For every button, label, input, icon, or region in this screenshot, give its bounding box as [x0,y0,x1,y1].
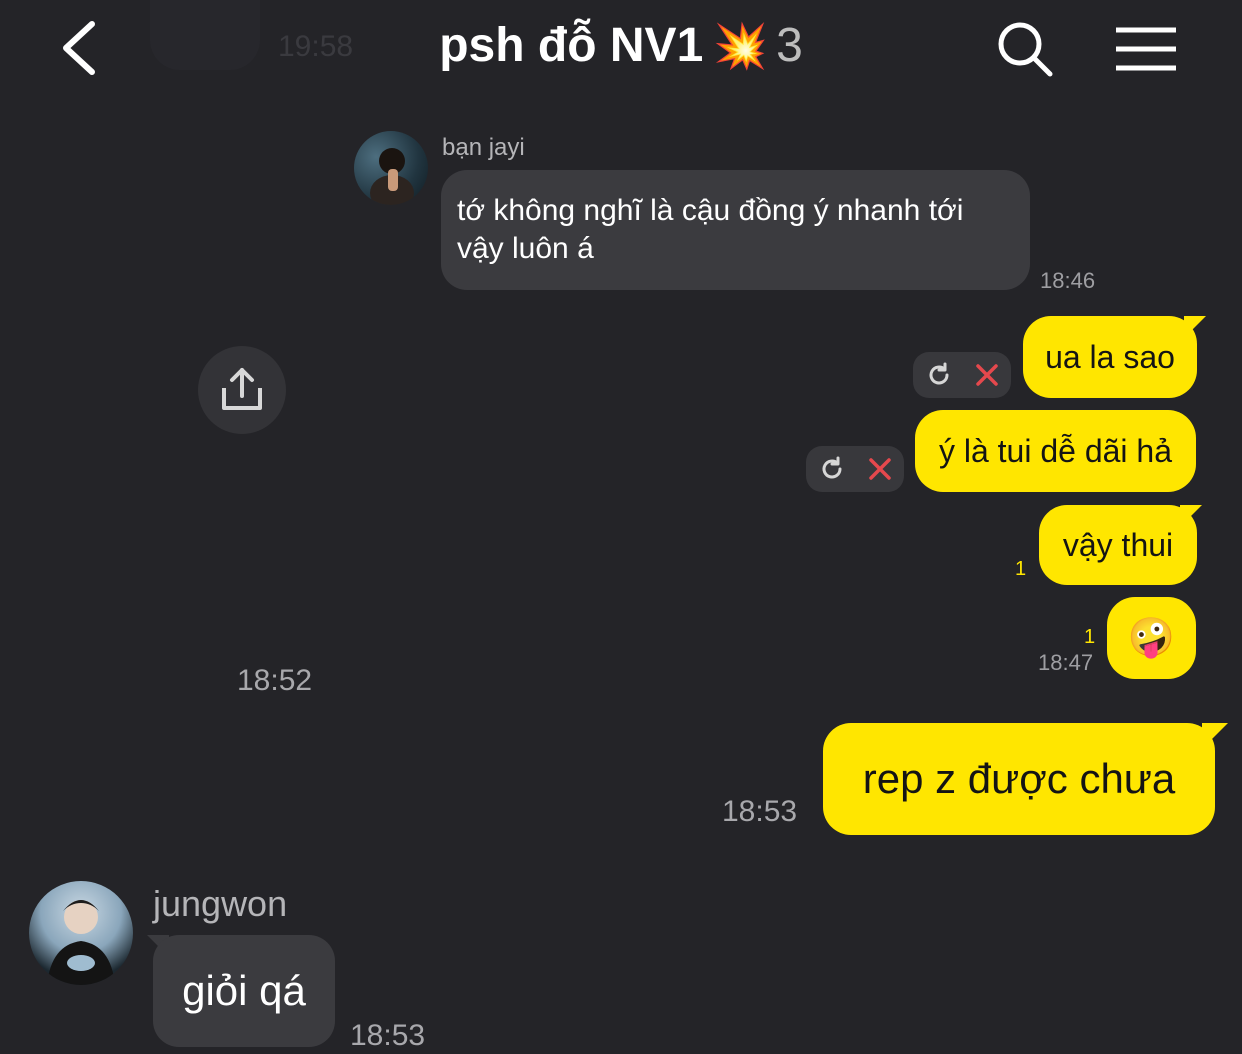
unread-count: 1 [1084,626,1096,648]
member-count: 3 [776,19,803,72]
bubble-tail [1202,723,1228,749]
failed-send-actions [806,446,904,492]
message-timestamp: 18:53 [350,1019,426,1052]
avatar[interactable] [29,881,133,985]
share-icon [222,368,262,410]
message-timestamp: 18:52 [237,664,313,697]
explosion-emoji: 💥 [713,22,769,71]
incoming-message[interactable]: tớ không nghĩ là cậu đồng ý nhanh tới vậ… [441,170,1030,290]
outgoing-message[interactable]: rep z được chưa [823,723,1215,835]
close-icon[interactable] [866,455,894,483]
message-timestamp: 18:53 [722,795,798,828]
sender-name: jungwon [153,883,288,924]
chat-title: psh đỗ NV1 💥 3 [0,18,1242,73]
outgoing-message[interactable]: vậy thui [1039,505,1197,585]
close-icon[interactable] [973,361,1001,389]
avatar[interactable] [354,131,428,205]
message-timestamp: 18:46 [1040,268,1096,293]
incoming-message[interactable]: giỏi qá [153,935,335,1047]
unread-count: 1 [1015,558,1027,580]
message-timestamp: 18:47 [1038,650,1094,675]
outgoing-message[interactable]: ý là tui dễ dãi hả [915,410,1196,492]
search-icon[interactable] [996,20,1054,78]
failed-send-actions [913,352,1011,398]
chat-name: psh đỗ NV1 [439,19,704,72]
retry-icon[interactable] [925,361,953,389]
outgoing-message[interactable]: ua la sao [1023,316,1197,398]
hamburger-menu-icon[interactable] [1114,26,1178,72]
share-button[interactable] [198,346,286,434]
emoji-message[interactable]: 🤪 [1107,597,1196,679]
retry-icon[interactable] [818,455,846,483]
sender-name: bạn jayi [442,134,525,161]
